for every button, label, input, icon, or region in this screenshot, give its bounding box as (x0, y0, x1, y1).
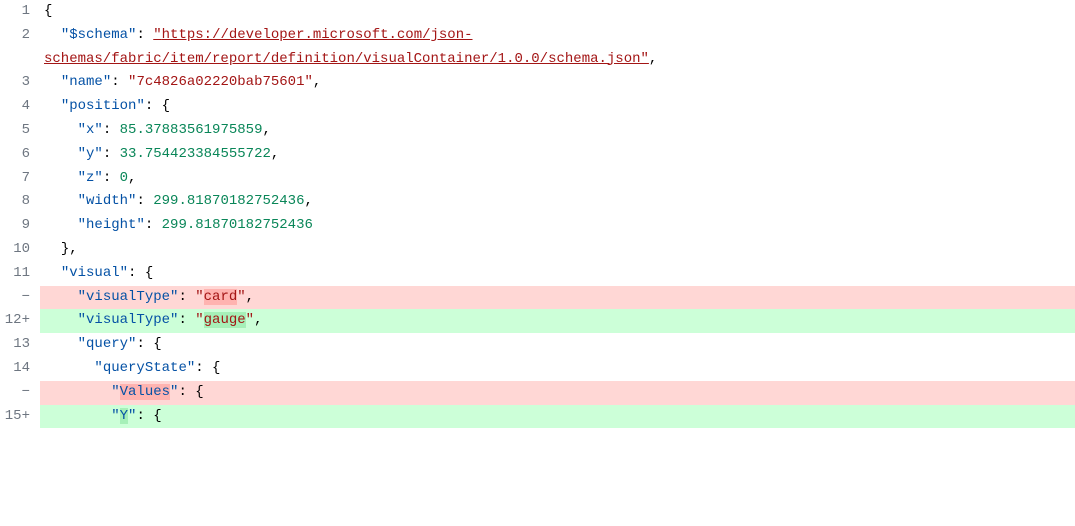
code-line: "visual": { (40, 262, 1075, 286)
line-number: 15+ (0, 405, 30, 429)
line-number: 7 (0, 167, 30, 191)
line-number: 13 (0, 333, 30, 357)
diff-added-line: "visualType": "gauge", (40, 309, 1075, 333)
code-line: "y": 33.754423384555722, (40, 143, 1075, 167)
diff-removed-line: "visualType": "card", (40, 286, 1075, 310)
code-line: "query": { (40, 333, 1075, 357)
code-line: "width": 299.81870182752436, (40, 190, 1075, 214)
line-number: 3 (0, 71, 30, 95)
line-number: 6 (0, 143, 30, 167)
line-number: 4 (0, 95, 30, 119)
line-number: 10 (0, 238, 30, 262)
line-number: 5 (0, 119, 30, 143)
line-number: 8 (0, 190, 30, 214)
line-number: 9 (0, 214, 30, 238)
code-line: "queryState": { (40, 357, 1075, 381)
code-diff-editor[interactable]: 1234567891011−12+1314−15+ { "$schema": "… (0, 0, 1075, 428)
code-area[interactable]: { "$schema": "https://developer.microsof… (40, 0, 1075, 428)
code-line: "$schema": "https://developer.microsoft.… (40, 24, 1075, 72)
code-line: "position": { (40, 95, 1075, 119)
line-number: 14 (0, 357, 30, 381)
line-number: − (0, 381, 30, 405)
line-number: 2 (0, 24, 30, 72)
line-gutter: 1234567891011−12+1314−15+ (0, 0, 40, 428)
code-line: "height": 299.81870182752436 (40, 214, 1075, 238)
code-line: { (40, 0, 1075, 24)
code-line: }, (40, 238, 1075, 262)
diff-added-line: "Y": { (40, 405, 1075, 429)
line-number: 11 (0, 262, 30, 286)
code-line: "name": "7c4826a02220bab75601", (40, 71, 1075, 95)
code-line: "z": 0, (40, 167, 1075, 191)
code-line: "x": 85.37883561975859, (40, 119, 1075, 143)
line-number: 1 (0, 0, 30, 24)
line-number: − (0, 286, 30, 310)
diff-removed-line: "Values": { (40, 381, 1075, 405)
line-number: 12+ (0, 309, 30, 333)
